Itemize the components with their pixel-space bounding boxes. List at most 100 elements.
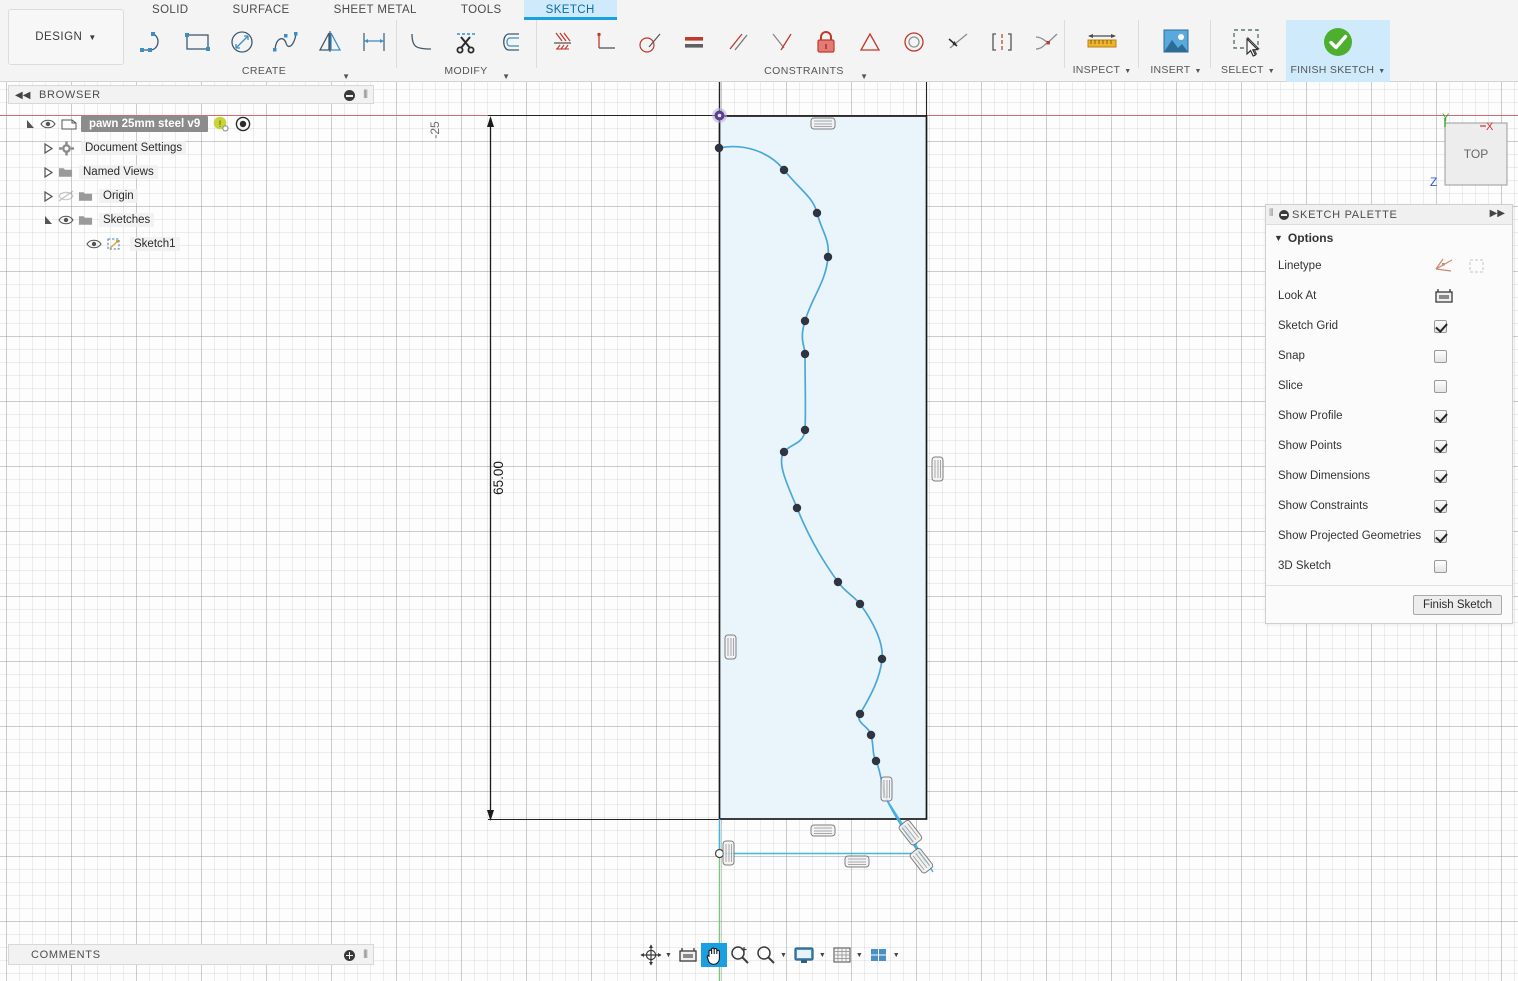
browser-item-pawn-25mm-steel-v9[interactable]: pawn 25mm steel v9 ! [8, 112, 374, 136]
parallel-icon[interactable] [716, 21, 760, 63]
zoom-fit-icon[interactable] [753, 943, 779, 967]
chevron-down-icon[interactable]: ▼ [893, 952, 900, 959]
grip-icon[interactable]: ⦀ [1269, 208, 1273, 219]
chevron-down-icon[interactable]: ▼ [819, 952, 826, 959]
finish-sketch-button[interactable]: FINISH SKETCH▼ [1286, 20, 1390, 82]
tab-surface[interactable]: SURFACE [211, 0, 312, 20]
palette-options-section[interactable]: ▼ Options [1266, 225, 1512, 251]
show-points-checkbox[interactable] [1434, 440, 1447, 453]
viewports-icon[interactable] [866, 943, 892, 967]
perpendicular-icon[interactable] [584, 21, 628, 63]
collapse-left-icon[interactable]: ◀◀ [15, 90, 30, 101]
browser-item-origin[interactable]: Origin [8, 184, 374, 208]
zoom-icon[interactable] [727, 943, 753, 967]
tab-sketch[interactable]: SKETCH [524, 0, 617, 20]
browser-item-named-views[interactable]: Named Views [8, 160, 374, 184]
visibility-eye-icon[interactable] [40, 117, 56, 131]
tab-sheet-metal[interactable]: SHEET METAL [312, 0, 439, 20]
browser-item-document-settings[interactable]: Document Settings [8, 136, 374, 160]
palette-row-label: Show Projected Geometries [1278, 530, 1421, 542]
offset-icon[interactable] [488, 21, 532, 63]
chevron-down-icon[interactable]: ▼ [1194, 68, 1201, 75]
chevron-down-icon[interactable]: ▼ [665, 952, 672, 959]
tangent-icon[interactable] [628, 21, 672, 63]
design-workspace-button[interactable]: DESIGN ▼ [8, 9, 124, 65]
chevron-down-icon[interactable]: ▼ [780, 952, 787, 959]
visibility-eye-icon[interactable] [58, 213, 74, 227]
chevron-down-icon[interactable]: ▼ [342, 72, 350, 81]
slice-checkbox[interactable] [1434, 380, 1447, 393]
chevron-down-icon[interactable]: ▼ [502, 72, 510, 81]
tab-tools[interactable]: TOOLS [439, 0, 524, 20]
symmetry-icon[interactable] [980, 21, 1024, 63]
spline-icon[interactable] [264, 21, 308, 63]
browser-item-sketches[interactable]: Sketches [8, 208, 374, 232]
orbit-icon[interactable] [638, 943, 664, 967]
equal-icon[interactable] [672, 21, 716, 63]
add-comment-icon[interactable] [344, 950, 355, 961]
line-icon[interactable] [132, 21, 176, 63]
show-projected-geometries-checkbox[interactable] [1434, 530, 1447, 543]
browser-item-sketch1[interactable]: Sketch1 [8, 232, 374, 256]
grid-snaps-icon[interactable] [829, 943, 855, 967]
activate-radio-icon[interactable] [235, 116, 251, 132]
chevron-down-icon[interactable]: ▼ [1124, 68, 1131, 75]
browser-item-label: Named Views [79, 165, 158, 179]
chevron-down-icon[interactable]: ▼ [1268, 68, 1275, 75]
lock-icon[interactable] [804, 21, 848, 63]
3d-sketch-checkbox[interactable] [1434, 560, 1447, 573]
rectangle-icon[interactable] [176, 21, 220, 63]
expanded-triangle-icon[interactable] [26, 119, 35, 130]
panel-inspect[interactable]: INSPECT▼ [1066, 20, 1138, 82]
show-profile-checkbox[interactable] [1434, 410, 1447, 423]
fillet-icon[interactable] [400, 21, 444, 63]
visibility-eye-off-icon[interactable] [58, 189, 74, 203]
dimension-icon[interactable] [352, 21, 396, 63]
warning-badge[interactable]: ! [213, 116, 229, 132]
collapsed-triangle-icon[interactable] [44, 191, 53, 202]
visibility-eye-icon[interactable] [86, 237, 102, 251]
sketch-palette-header[interactable]: ⦀ SKETCH PALETTE ▶▶ [1266, 205, 1512, 225]
scissors-trim-icon[interactable] [444, 21, 488, 63]
minimize-icon[interactable] [344, 90, 355, 101]
circle-icon[interactable] [220, 21, 264, 63]
palette-row-snap: Snap [1266, 341, 1512, 371]
concentric-icon[interactable] [892, 21, 936, 63]
comments-panel-header[interactable]: COMMENTS ⦀ [8, 944, 374, 965]
minimize-icon[interactable] [1279, 210, 1289, 220]
chevron-down-icon[interactable]: ▼ [860, 72, 868, 81]
grip-icon[interactable]: ⦀ [363, 949, 368, 962]
collapsed-triangle-icon[interactable] [44, 143, 53, 154]
browser-item-label: Sketches [99, 213, 154, 227]
look-at-icon[interactable] [1434, 287, 1454, 305]
tab-solid[interactable]: SOLID [130, 0, 211, 20]
snap-checkbox[interactable] [1434, 350, 1447, 363]
chevron-down-icon: ▼ [88, 33, 96, 42]
collinear-icon[interactable] [936, 21, 980, 63]
grip-icon[interactable]: ⦀ [363, 89, 368, 102]
show-constraints-checkbox[interactable] [1434, 500, 1447, 513]
mirror-icon[interactable] [308, 21, 352, 63]
collapsed-triangle-icon[interactable] [44, 167, 53, 178]
browser-panel-header[interactable]: ◀◀ BROWSER ⦀ [8, 85, 374, 104]
midpoint-triangle-icon[interactable] [848, 21, 892, 63]
panel-insert-label: INSERT [1150, 64, 1190, 76]
pan-hand-icon[interactable] [701, 943, 727, 967]
sketch-grid-checkbox[interactable] [1434, 320, 1447, 333]
view-cube[interactable]: TOP Y X Z [1424, 110, 1514, 190]
expanded-triangle-icon[interactable] [44, 215, 53, 226]
panel-insert[interactable]: INSERT ▼ [1140, 20, 1212, 82]
expand-right-icon[interactable]: ▶▶ [1490, 208, 1505, 219]
linetype-normal-icon[interactable] [1434, 257, 1456, 275]
fix-ground-icon[interactable] [540, 21, 584, 63]
coincident-icon[interactable] [760, 21, 804, 63]
display-settings-icon[interactable] [790, 943, 818, 967]
chevron-down-icon[interactable]: ▼ [856, 952, 863, 959]
palette-finish-sketch-button[interactable]: Finish Sketch [1413, 595, 1502, 615]
curvature-icon[interactable] [1024, 21, 1068, 63]
show-dimensions-checkbox[interactable] [1434, 470, 1447, 483]
panel-select-label: SELECT [1221, 64, 1264, 76]
linetype-construction-icon[interactable] [1466, 257, 1488, 275]
chevron-down-icon[interactable]: ▼ [1378, 68, 1385, 75]
lookat-icon[interactable] [675, 943, 701, 967]
